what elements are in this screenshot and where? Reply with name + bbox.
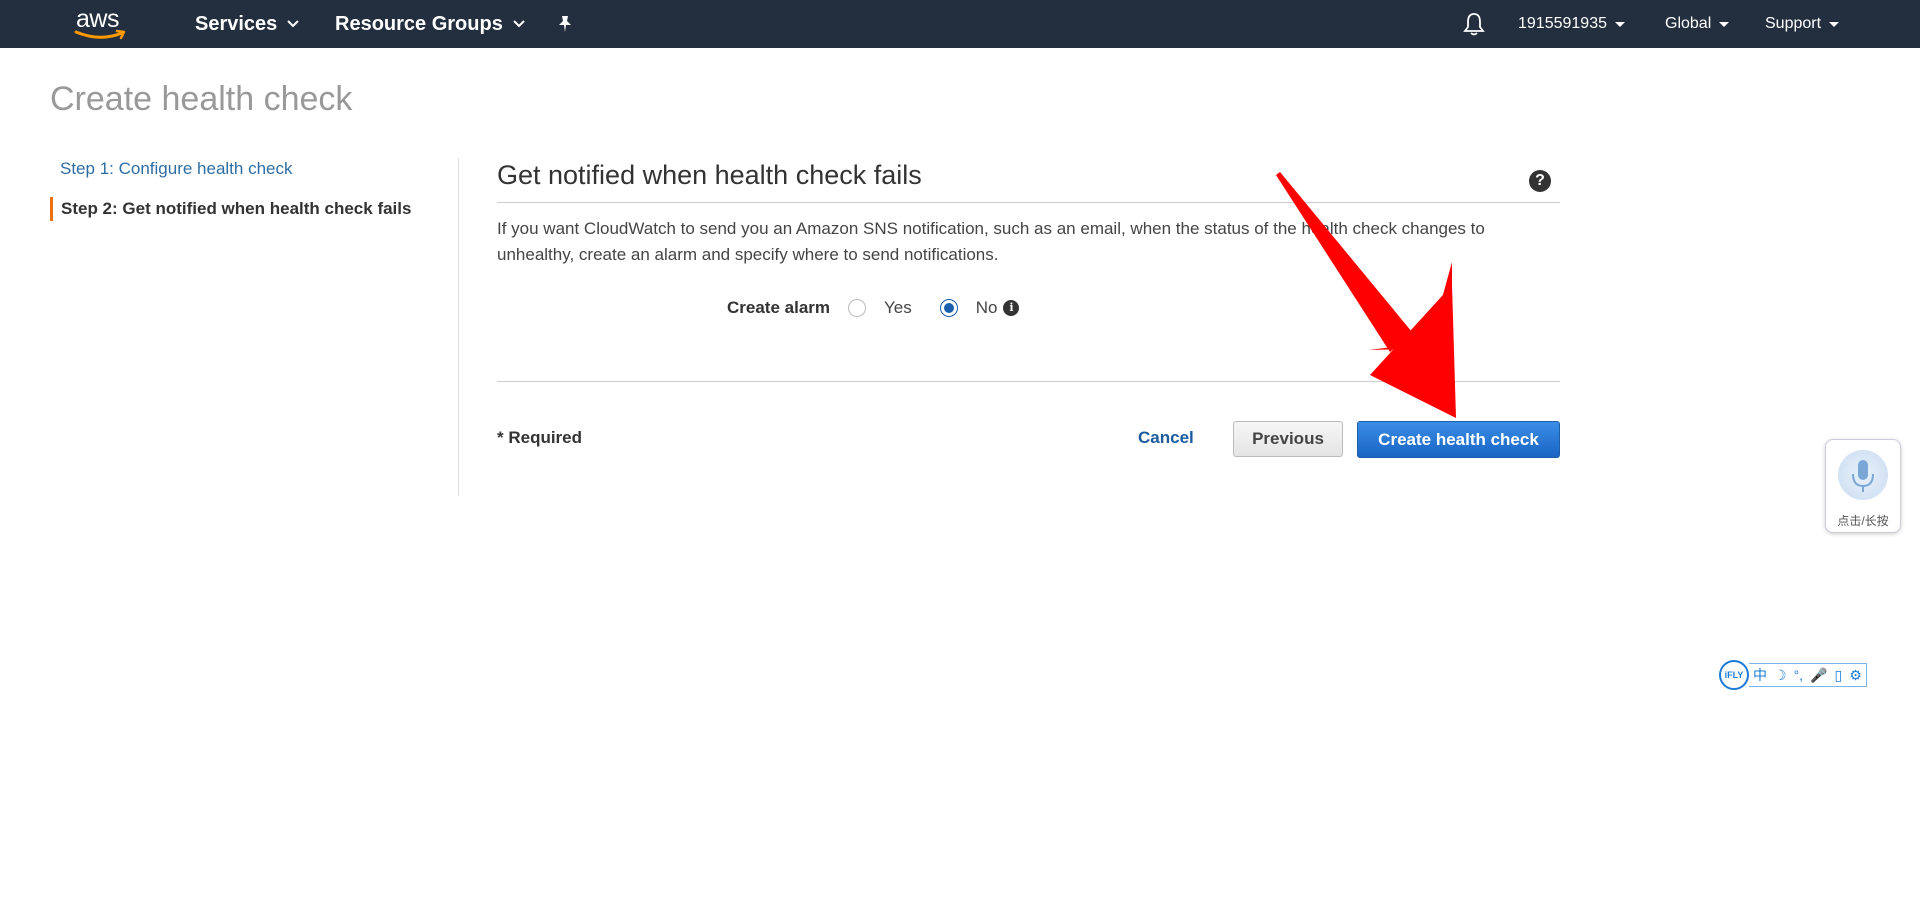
info-icon[interactable]: i	[1003, 300, 1020, 316]
gear-icon[interactable]: ⚙	[1849, 668, 1862, 682]
help-icon[interactable]: ?	[1529, 170, 1551, 192]
create-alarm-field: Create alarm Yes No i	[727, 296, 1020, 320]
step-2-current: Step 2: Get notified when health check f…	[50, 197, 460, 221]
microphone-icon[interactable]: 🎤	[1810, 668, 1827, 682]
resource-groups-label: Resource Groups	[335, 12, 503, 35]
wizard-steps: Step 1: Configure health check Step 2: G…	[50, 155, 460, 221]
alarm-yes-label[interactable]: Yes	[884, 298, 912, 318]
create-health-check-button[interactable]: Create health check	[1357, 421, 1560, 458]
chevron-down-icon	[513, 20, 525, 28]
previous-button[interactable]: Previous	[1233, 421, 1343, 457]
aws-smile-icon	[74, 29, 126, 40]
footer-divider	[497, 381, 1560, 382]
vertical-divider	[458, 158, 459, 496]
caret-down-icon	[1829, 21, 1840, 27]
aws-logo[interactable]: aws	[74, 4, 128, 42]
resource-groups-menu[interactable]: Resource Groups	[335, 0, 525, 48]
keyboard-icon[interactable]: ▯	[1835, 668, 1843, 682]
support-label: Support	[1765, 15, 1822, 32]
chevron-down-icon	[287, 20, 300, 28]
page-title: Create health check	[50, 80, 353, 118]
pin-button[interactable]	[557, 0, 573, 48]
ifly-logo[interactable]: iFLY	[1719, 660, 1749, 690]
ifly-toolbar: iFLY 中 ☽ °, 🎤 ▯ ⚙	[1719, 660, 1894, 690]
microphone-icon	[1852, 460, 1874, 492]
services-menu[interactable]: Services	[195, 0, 300, 48]
section-description: If you want CloudWatch to send you an Am…	[497, 219, 1485, 264]
caret-down-icon	[1719, 21, 1730, 27]
step-1-link[interactable]: Step 1: Configure health check	[50, 157, 460, 181]
alarm-no-label[interactable]: No	[976, 298, 998, 318]
punctuation-icon[interactable]: °,	[1794, 668, 1804, 682]
caret-down-icon	[1614, 21, 1625, 27]
moon-icon[interactable]: ☽	[1774, 668, 1787, 682]
account-menu[interactable]: 1915591935	[1518, 0, 1625, 48]
bell-icon	[1463, 13, 1485, 36]
ifly-tools: 中 ☽ °, 🎤 ▯ ⚙	[1749, 663, 1867, 687]
required-note: * Required	[497, 428, 583, 447]
voice-input-widget[interactable]: 点击/长按	[1825, 439, 1901, 533]
services-label: Services	[195, 12, 278, 35]
notifications-button[interactable]	[1463, 0, 1485, 48]
top-nav: aws Services Resource Groups 1915591935	[0, 0, 1920, 48]
region-menu[interactable]: Global	[1665, 0, 1730, 48]
cancel-button[interactable]: Cancel	[1138, 428, 1194, 448]
alarm-yes-radio[interactable]	[848, 299, 867, 317]
support-menu[interactable]: Support	[1765, 0, 1840, 48]
create-alarm-label: Create alarm	[727, 298, 831, 317]
account-label: 1915591935	[1518, 15, 1607, 32]
annotation-arrow-icon	[1276, 172, 1456, 418]
region-label: Global	[1665, 15, 1712, 32]
section-title: Get notified when health check fails	[497, 160, 922, 190]
pin-icon	[559, 16, 571, 32]
chinese-mode-icon[interactable]: 中	[1753, 668, 1767, 682]
section-divider	[497, 202, 1560, 203]
voice-widget-label: 点击/长按	[1837, 514, 1889, 528]
alarm-no-radio[interactable]	[939, 299, 958, 317]
mic-background	[1838, 450, 1888, 500]
